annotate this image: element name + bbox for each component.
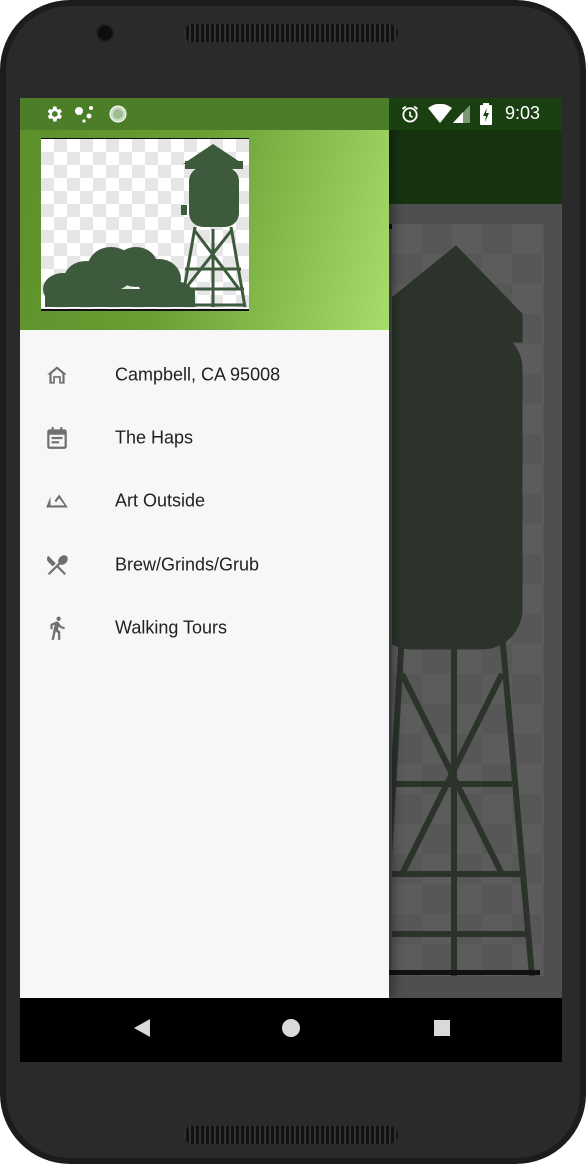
menu-item-campbell[interactable]: Campbell, CA 95008 <box>20 343 389 406</box>
assistant-dots-icon <box>75 106 93 123</box>
water-tower-large-illustration <box>361 245 535 977</box>
menu-label-art-outside: Art Outside <box>115 490 206 511</box>
menu-item-walking-tours[interactable]: Walking Tours <box>20 597 389 660</box>
landscape-icon <box>46 494 68 508</box>
bottom-speaker <box>184 1126 398 1144</box>
water-tower-logo-illustration <box>43 144 247 308</box>
menu-label-brew-grinds-grub: Brew/Grinds/Grub <box>115 554 260 575</box>
battery-charging-icon <box>480 103 492 125</box>
drawer-menu: Campbell, CA 95008 The Haps Art Outside <box>20 343 389 660</box>
gear-icon <box>47 106 62 122</box>
system-nav-bar <box>20 998 562 1062</box>
wifi-icon <box>428 104 452 123</box>
back-icon[interactable] <box>130 1016 154 1040</box>
image-frame-bottom <box>388 970 540 975</box>
water-tower-logo <box>41 138 249 311</box>
drawer-header <box>20 98 389 330</box>
circle-icon <box>109 105 127 123</box>
restaurant-icon <box>46 555 68 575</box>
menu-label-the-haps: The Haps <box>115 427 194 448</box>
menu-item-art-outside[interactable]: Art Outside <box>20 470 389 533</box>
status-bar: 9:03 <box>20 98 562 130</box>
home-circle-icon[interactable] <box>279 1016 303 1040</box>
status-time: 9:03 <box>504 103 540 123</box>
alarm-icon <box>401 105 419 123</box>
event-note-icon <box>47 427 67 449</box>
navigation-drawer: Campbell, CA 95008 The Haps Art Outside <box>20 98 389 998</box>
recents-square-icon[interactable] <box>430 1016 454 1040</box>
phone-frame: Campbell, CA 95008 The Haps Art Outside <box>0 0 586 1164</box>
earpiece-speaker <box>184 24 398 42</box>
signal-icon <box>453 105 470 123</box>
home-icon <box>47 366 67 384</box>
menu-label-campbell: Campbell, CA 95008 <box>115 364 281 385</box>
walk-icon <box>50 616 65 641</box>
menu-item-brew-grinds-grub[interactable]: Brew/Grinds/Grub <box>20 533 389 596</box>
menu-label-walking-tours: Walking Tours <box>115 617 228 638</box>
front-camera <box>96 24 114 42</box>
screen: Campbell, CA 95008 The Haps Art Outside <box>20 98 562 1062</box>
menu-item-the-haps[interactable]: The Haps <box>20 406 389 469</box>
water-tower-image <box>361 224 544 977</box>
